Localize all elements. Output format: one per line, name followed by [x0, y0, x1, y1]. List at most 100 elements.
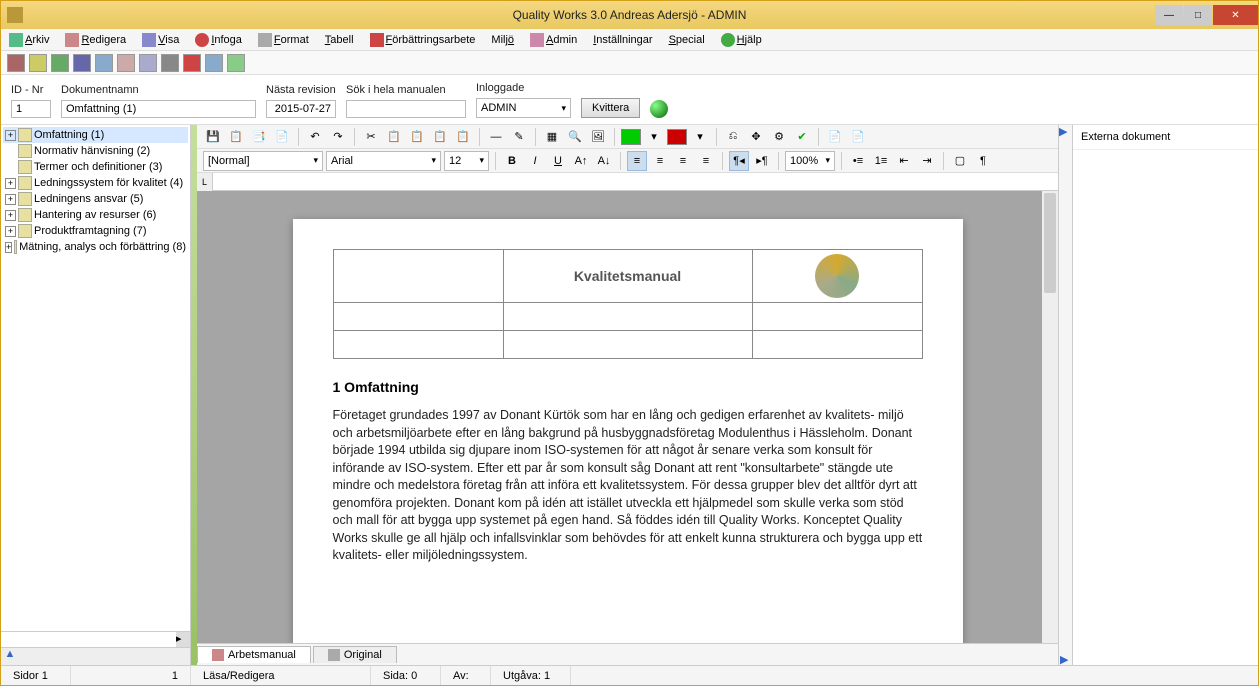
- color-green[interactable]: [621, 129, 641, 145]
- tree-item-0[interactable]: +Omfattning (1): [3, 127, 188, 143]
- save-icon[interactable]: 💾: [203, 127, 223, 147]
- subscript-button[interactable]: A↓: [594, 151, 614, 171]
- undo-icon[interactable]: ↶: [305, 127, 325, 147]
- input-revision[interactable]: [266, 100, 336, 118]
- redo-icon[interactable]: ↷: [328, 127, 348, 147]
- expand-icon[interactable]: +: [5, 178, 16, 189]
- input-idnr[interactable]: [11, 100, 51, 118]
- check-icon[interactable]: ✔: [792, 127, 812, 147]
- outdent-button[interactable]: ⇤: [894, 151, 914, 171]
- list-number-button[interactable]: 1≡: [871, 151, 891, 171]
- tab-original[interactable]: Original: [313, 646, 397, 663]
- superscript-button[interactable]: A↑: [571, 151, 591, 171]
- menu-forbattring[interactable]: Förbättringsarbete: [366, 31, 480, 49]
- misc2-icon[interactable]: ⚙: [769, 127, 789, 147]
- expand-icon[interactable]: +: [5, 210, 16, 221]
- line-icon[interactable]: —: [486, 127, 506, 147]
- tree-item-5[interactable]: +Hantering av resurser (6): [3, 207, 188, 223]
- document-area[interactable]: Kvalitetsmanual 1 Omfattning Företaget g…: [197, 191, 1058, 643]
- tree-item-6[interactable]: +Produktframtagning (7): [3, 223, 188, 239]
- input-doknamn[interactable]: [61, 100, 256, 118]
- collapse-right-icon[interactable]: ▶: [1059, 125, 1071, 137]
- underline-button[interactable]: U: [548, 151, 568, 171]
- tool-11[interactable]: [227, 54, 245, 72]
- align-right-button[interactable]: ≡: [673, 151, 693, 171]
- color-red-drop-icon[interactable]: ▾: [690, 127, 710, 147]
- ltr-button[interactable]: ¶◂: [729, 151, 749, 171]
- minimize-button[interactable]: —: [1155, 5, 1183, 25]
- menu-miljo[interactable]: Miljö: [487, 32, 518, 48]
- tool-3[interactable]: [51, 54, 69, 72]
- expand-icon[interactable]: +: [5, 242, 12, 253]
- tool-2[interactable]: [29, 54, 47, 72]
- indent-button[interactable]: ⇥: [917, 151, 937, 171]
- list-bullet-button[interactable]: •≡: [848, 151, 868, 171]
- ruler[interactable]: L: [197, 173, 1058, 191]
- select-inloggad[interactable]: ADMIN: [476, 98, 571, 118]
- input-search[interactable]: [346, 100, 466, 118]
- align-left-button[interactable]: ≡: [627, 151, 647, 171]
- scrollbar-thumb[interactable]: [1044, 193, 1056, 293]
- tree-scroll-left-icon[interactable]: ▲: [1, 648, 19, 665]
- expand-right-icon[interactable]: ▶: [1060, 653, 1072, 665]
- menu-tabell[interactable]: Tabell: [321, 32, 358, 48]
- tool-10[interactable]: [205, 54, 223, 72]
- tool-5[interactable]: [95, 54, 113, 72]
- image-icon[interactable]: 🖼: [588, 127, 608, 147]
- status-orb-icon[interactable]: [650, 100, 668, 118]
- expand-icon[interactable]: +: [5, 226, 16, 237]
- cut-icon[interactable]: ✂: [361, 127, 381, 147]
- tool-c-icon[interactable]: 📄: [272, 127, 292, 147]
- doc1-icon[interactable]: 📄: [825, 127, 845, 147]
- menu-special[interactable]: Special: [665, 32, 709, 48]
- tool-8[interactable]: [161, 54, 179, 72]
- style-combo[interactable]: [Normal]: [203, 151, 323, 171]
- menu-hjalp[interactable]: Hjälp: [717, 31, 766, 49]
- fontsize-combo[interactable]: 12: [444, 151, 489, 171]
- copy-icon[interactable]: 📋: [384, 127, 404, 147]
- table-icon[interactable]: ▦: [542, 127, 562, 147]
- close-button[interactable]: ✕: [1213, 5, 1258, 25]
- font-combo[interactable]: Arial: [326, 151, 441, 171]
- find-icon[interactable]: 🔍: [565, 127, 585, 147]
- tree-hscroll[interactable]: ▸: [1, 631, 190, 647]
- kvittera-button[interactable]: Kvittera: [581, 98, 640, 118]
- maximize-button[interactable]: □: [1184, 5, 1212, 25]
- tree-item-1[interactable]: Normativ hänvisning (2): [3, 143, 188, 159]
- tree-item-7[interactable]: +Mätning, analys och förbättring (8): [3, 239, 188, 255]
- border-button[interactable]: ▢: [950, 151, 970, 171]
- align-justify-button[interactable]: ≡: [696, 151, 716, 171]
- color-red[interactable]: [667, 129, 687, 145]
- tree-item-2[interactable]: Termer och definitioner (3): [3, 159, 188, 175]
- bold-button[interactable]: B: [502, 151, 522, 171]
- menu-infoga[interactable]: Infoga: [191, 31, 246, 49]
- expand-icon[interactable]: +: [5, 194, 16, 205]
- tab-arbetsmanual[interactable]: Arbetsmanual: [197, 646, 311, 663]
- rtl-button[interactable]: ▸¶: [752, 151, 772, 171]
- paste2-icon[interactable]: 📋: [430, 127, 450, 147]
- tool-a-icon[interactable]: 📋: [226, 127, 246, 147]
- color-green-drop-icon[interactable]: ▾: [644, 127, 664, 147]
- tool-b-icon[interactable]: 📑: [249, 127, 269, 147]
- paste3-icon[interactable]: 📋: [453, 127, 473, 147]
- document-tree[interactable]: +Omfattning (1)Normativ hänvisning (2)Te…: [1, 125, 190, 631]
- tool-4[interactable]: [73, 54, 91, 72]
- menu-redigera[interactable]: Redigera: [61, 31, 130, 49]
- tool-9[interactable]: [183, 54, 201, 72]
- zoom-combo[interactable]: 100%: [785, 151, 835, 171]
- paste-icon[interactable]: 📋: [407, 127, 427, 147]
- menu-visa[interactable]: Visa: [138, 31, 183, 49]
- doc-vscrollbar[interactable]: [1042, 191, 1058, 643]
- italic-button[interactable]: I: [525, 151, 545, 171]
- tool-1[interactable]: [7, 54, 25, 72]
- tree-item-3[interactable]: +Ledningssystem för kvalitet (4): [3, 175, 188, 191]
- misc1-icon[interactable]: ⎌: [723, 127, 743, 147]
- menu-installningar[interactable]: Inställningar: [589, 32, 656, 48]
- pen-icon[interactable]: ✎: [509, 127, 529, 147]
- expand-icon[interactable]: +: [5, 130, 16, 141]
- move-icon[interactable]: ✥: [746, 127, 766, 147]
- align-center-button[interactable]: ≡: [650, 151, 670, 171]
- tool-6[interactable]: [117, 54, 135, 72]
- menu-format[interactable]: Format: [254, 31, 313, 49]
- tree-item-4[interactable]: +Ledningens ansvar (5): [3, 191, 188, 207]
